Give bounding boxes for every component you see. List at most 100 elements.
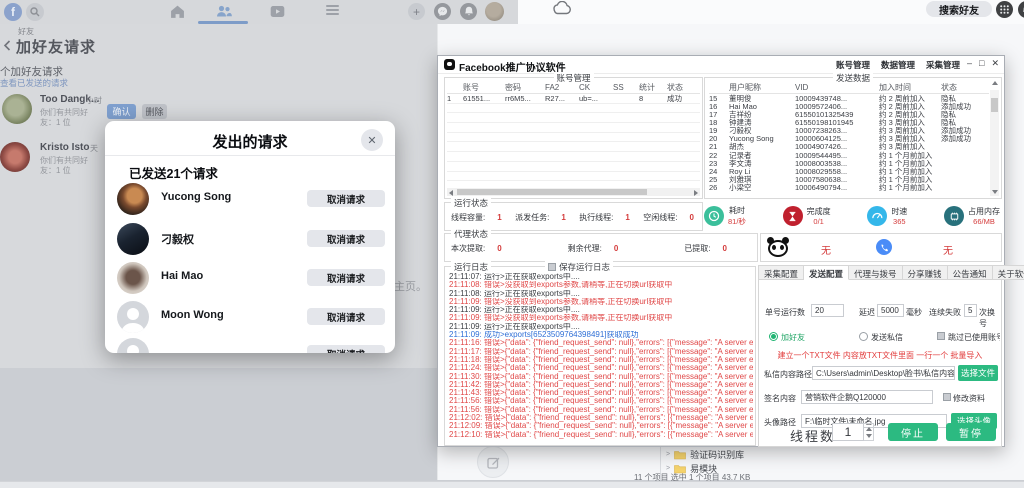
request-row: 刁毅权 取消请求 [105,221,395,259]
horizontal-scrollbar[interactable] [447,188,700,196]
folder-icon [674,450,686,460]
close-button[interactable]: ✕ [991,58,999,69]
tab-发送配置[interactable]: 发送配置 [804,265,849,280]
log-lines[interactable]: 21:11:07: 运行>正在获取exports中....21:11:08: 错… [449,273,753,439]
taskbar[interactable] [0,481,1024,488]
request-avatar[interactable] [2,94,32,124]
home-icon[interactable] [170,4,185,24]
delay-input[interactable]: 5000 [877,304,904,317]
cancel-request-button[interactable]: 取消请求 [307,269,385,286]
table-row[interactable]: 161551...rr6M5...R27...ub=...8成功 [447,94,700,104]
tab-bar: 采集配置发送配置代理与拨号分享赚钱公告通知关于软件 [758,265,1002,280]
pause-button[interactable]: 暂停 [946,423,996,441]
delay-label: 延迟 [859,307,875,318]
chevron-right-icon[interactable]: > [666,465,670,472]
cancel-request-button[interactable]: 取消请求 [307,308,385,325]
explorer-folder-row[interactable]: > 验证码识别库 [666,448,744,461]
choose-file-button[interactable]: 选择文件 [958,365,998,381]
scroll-left-icon[interactable] [449,190,453,196]
request-avatar[interactable] [117,262,149,294]
tab-分享赚钱[interactable]: 分享赚钱 [903,265,948,280]
send-table[interactable]: 15董明俊10009439748...约 2 周前加入隐私16Hai Mao10… [709,94,989,193]
thread-count-stepper[interactable] [864,423,874,441]
tab-关于软件[interactable]: 关于软件 [993,265,1024,280]
log-line: 21:12:09: 错误>{"data": {"friend_request_s… [449,422,753,430]
back-arrow-icon[interactable] [2,38,13,56]
status-label: 空闲线程: [643,212,677,223]
save-log-checkbox[interactable] [548,263,556,271]
fail-input[interactable]: 5 [964,304,977,317]
request-name[interactable]: Hai Mao [161,270,203,282]
request-avatar[interactable] [117,301,149,333]
skip-used-checkbox[interactable] [937,332,945,340]
request-avatar[interactable] [117,338,149,353]
tab-采集配置[interactable]: 采集配置 [758,265,804,280]
menu-account-management[interactable]: 账号管理 [836,59,870,71]
message-path-input[interactable]: C:\Users\admin\Desktop\脸书\私信内容.txt [812,366,955,380]
view-sent-requests-link[interactable]: 查看已发送的请求 [0,77,68,89]
column-header: 统计 [639,82,667,93]
profile-avatar[interactable] [485,2,504,21]
request-name[interactable]: Kristo Isto [40,142,89,153]
tab-公告通知[interactable]: 公告通知 [948,265,993,280]
search-icon[interactable] [26,3,44,21]
metric-label: 占用内存 [968,206,1000,217]
menu-data-management[interactable]: 数据管理 [881,59,915,71]
cancel-request-button[interactable]: 取消请求 [307,345,385,353]
menu-icon[interactable] [326,9,339,11]
close-icon[interactable]: ✕ [361,129,383,151]
table-row[interactable]: 26小梁空10006490794...约 1 个月前加入 [709,184,989,192]
delete-button[interactable]: 删除 [142,104,167,119]
request-avatar[interactable] [117,183,149,215]
apps-grid-icon[interactable] [996,1,1013,18]
log-line: 21:11:09: 运行>正在获取exports中.... [449,306,753,314]
modify-profile-label: 修改资料 [953,393,985,404]
compose-icon[interactable] [477,446,509,478]
confirm-button[interactable]: 确认 [107,104,136,119]
step-down-icon[interactable] [866,434,872,438]
signature-input[interactable]: 营销软件企鹅Q120000 [801,390,933,404]
add-friend-label: 加好友 [781,332,805,343]
search-friends-button[interactable]: 搜索好友 [926,1,992,17]
minimize-button[interactable]: – [967,58,972,69]
empty-row [447,142,700,152]
messenger-icon[interactable] [434,3,451,20]
request-avatar[interactable] [0,142,30,172]
notifications-icon[interactable] [460,3,477,20]
cancel-request-button[interactable]: 取消请求 [307,230,385,247]
request-name[interactable]: Yucong Song [161,191,231,203]
log-line: 21:11:42: 错误>{"data": {"friend_request_s… [449,381,753,389]
scroll-down-icon[interactable] [992,190,998,194]
vertical-scrollbar[interactable] [990,90,999,196]
thread-count-input[interactable]: 1 [832,423,864,441]
scrollbar-thumb[interactable] [457,189,647,195]
sent-requests-dialog: 发出的请求 ✕ 已发送21个请求 Yucong Song取消请求刁毅权取消请求H… [105,121,395,353]
folder-name[interactable]: 验证码识别库 [690,448,744,461]
log-line: 21:11:16: 错误>{"data": {"friend_request_s… [449,339,753,347]
send-message-radio[interactable] [859,332,868,341]
log-line: 21:11:17: 错误>{"data": {"friend_request_s… [449,348,753,356]
scrollbar-thumb[interactable] [991,98,998,112]
menu-collect-management[interactable]: 采集管理 [926,59,960,71]
create-icon[interactable]: + [408,3,425,20]
tab-代理与拨号[interactable]: 代理与拨号 [849,265,903,280]
run-count-input[interactable]: 20 [811,304,844,317]
request-avatar[interactable] [117,223,149,255]
scroll-right-icon[interactable] [694,190,698,196]
account-table[interactable]: 161551...rr6M5...R27...ub=...8成功 [447,94,700,181]
facebook-logo-icon[interactable]: f [4,3,22,21]
cell: 添加成功 [941,133,987,144]
cloud-icon[interactable] [552,1,572,20]
watch-icon[interactable] [270,5,285,23]
stop-button[interactable]: 停止 [888,423,938,441]
cancel-request-button[interactable]: 取消请求 [307,190,385,207]
step-up-icon[interactable] [866,427,872,431]
maximize-button[interactable]: □ [979,58,984,69]
request-name[interactable]: Moon Wong [161,309,224,321]
request-name[interactable]: 刁毅权 [161,231,194,247]
scroll-up-icon[interactable] [992,81,998,85]
add-friend-radio[interactable] [769,332,778,341]
modify-profile-checkbox[interactable] [943,393,951,401]
chevron-right-icon[interactable]: > [666,451,670,458]
cell: 61551... [463,94,505,103]
